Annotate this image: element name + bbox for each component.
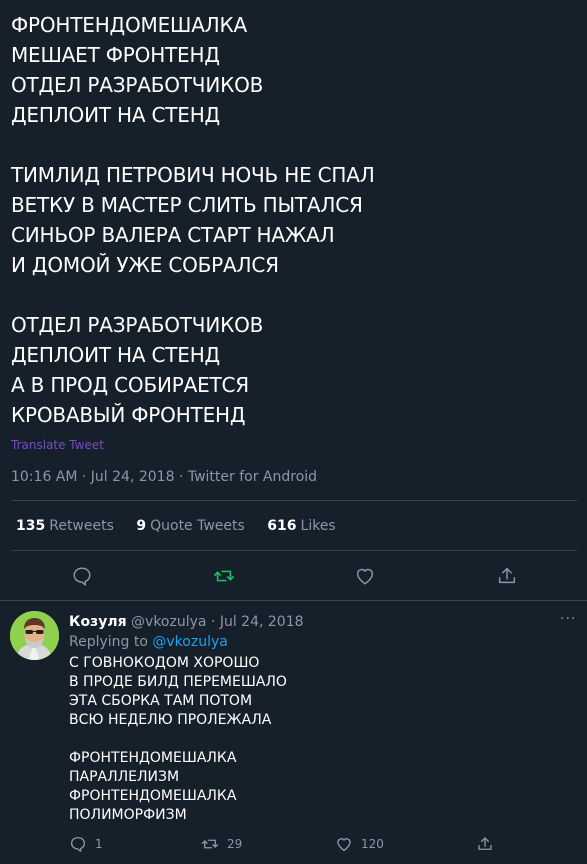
reply-tweet[interactable]: Козуля @vkozulya · Jul 24, 2018 ··· Repl… — [0, 601, 587, 864]
like-icon[interactable] — [354, 565, 376, 587]
retweets-label: Retweets — [49, 518, 114, 534]
tweet-line: ТИМЛИД ПЕТРОВИЧ НОЧЬ НЕ СПАЛ — [11, 163, 375, 187]
comment-icon[interactable] — [71, 565, 93, 587]
stanza-3: ОТДЕЛ РАЗРАБОТЧИКОВ ДЕПЛОИТ НА СТЕНД А В… — [11, 310, 571, 430]
tweet-line: ВЕТКУ В МАСТЕР СЛИТЬ ПЫТАЛСЯ — [11, 193, 363, 217]
retweet-icon — [201, 839, 219, 849]
reply-comment-button[interactable]: 1 — [69, 834, 103, 854]
tweet-line: МЕШАЕТ ФРОНТЕНД — [11, 43, 220, 67]
reply-actions: 1 29 120 — [0, 834, 587, 856]
reply-line: ФРОНТЕНДОМЕШАЛКА — [69, 788, 237, 804]
tweet-line: ОТДЕЛ РАЗРАБОТЧИКОВ — [11, 73, 264, 97]
reply-line: ПОЛИМОРФИЗМ — [69, 807, 187, 823]
stanza-1: ФРОНТЕНДОМЕШАЛКА МЕШАЕТ ФРОНТЕНД ОТДЕЛ Р… — [11, 10, 571, 130]
like-icon — [337, 838, 351, 852]
reply-author-name[interactable]: Козуля — [69, 614, 127, 630]
quotes-label: Quote Tweets — [150, 518, 245, 534]
tweet-text: ФРОНТЕНДОМЕШАЛКА МЕШАЕТ ФРОНТЕНД ОТДЕЛ Р… — [11, 10, 571, 460]
reply-retweet-count: 29 — [227, 837, 243, 851]
tweet-timestamp[interactable]: 10:16 AM · Jul 24, 2018 · Twitter for An… — [11, 468, 317, 486]
quote-tweets-stat[interactable]: 9 Quote Tweets — [136, 518, 244, 534]
share-icon[interactable] — [496, 565, 518, 587]
tweet-line: А В ПРОД СОБИРАЕТСЯ — [11, 373, 249, 397]
replying-prefix: Replying to — [69, 634, 148, 650]
likes-count: 616 — [267, 518, 297, 534]
reply-stanza-2: ФРОНТЕНДОМЕШАЛКА ПАРАЛЛЕЛИЗМ ФРОНТЕНДОМЕ… — [69, 749, 287, 825]
divider — [11, 500, 577, 501]
reply-line: ФРОНТЕНДОМЕШАЛКА — [69, 750, 237, 766]
translate-tweet-link[interactable]: Translate Tweet — [11, 437, 104, 453]
replying-handle-link[interactable]: @vkozulya — [152, 634, 227, 650]
tweet-line: КРОВАВЫЙ ФРОНТЕНД — [11, 403, 246, 427]
reply-text: С ГОВНОКОДОМ ХОРОШО В ПРОДЕ БИЛД ПЕРЕМЕШ… — [69, 654, 287, 825]
reply-like-button[interactable]: 120 — [335, 834, 384, 854]
reply-handle-date[interactable]: @vkozulya · Jul 24, 2018 — [131, 614, 303, 630]
stanza-2: ТИМЛИД ПЕТРОВИЧ НОЧЬ НЕ СПАЛ ВЕТКУ В МАС… — [11, 160, 571, 280]
reply-line: С ГОВНОКОДОМ ХОРОШО — [69, 655, 260, 671]
reply-line: ПАРАЛЛЕЛИЗМ — [69, 769, 180, 785]
tweet-line: ФРОНТЕНДОМЕШАЛКА — [11, 13, 247, 37]
retweets-stat[interactable]: 135 Retweets — [16, 518, 114, 534]
likes-label: Likes — [300, 518, 336, 534]
quotes-count: 9 — [136, 518, 147, 534]
reply-comment-count: 1 — [95, 837, 103, 851]
reply-line: ВСЮ НЕДЕЛЮ ПРОЛЕЖАЛА — [69, 712, 272, 728]
tweet-line: И ДОМОЙ УЖЕ СОБРАЛСЯ — [11, 253, 279, 277]
tweet-line: ДЕПЛОИТ НА СТЕНД — [11, 103, 220, 127]
likes-stat[interactable]: 616 Likes — [267, 518, 335, 534]
tweet-line: ДЕПЛОИТ НА СТЕНД — [11, 343, 220, 367]
reply-retweet-button[interactable]: 29 — [201, 834, 242, 854]
tweet-line: ОТДЕЛ РАЗРАБОТЧИКОВ — [11, 313, 264, 337]
comment-icon — [70, 836, 86, 852]
share-icon — [478, 837, 492, 850]
reply-stanza-1: С ГОВНОКОДОМ ХОРОШО В ПРОДЕ БИЛД ПЕРЕМЕШ… — [69, 654, 287, 730]
retweet-icon[interactable] — [213, 565, 235, 587]
reply-share-button[interactable] — [476, 834, 494, 854]
reply-line: ЭТА СБОРКА ТАМ ПОТОМ — [69, 693, 253, 709]
reply-like-count: 120 — [361, 837, 384, 851]
reply-line: В ПРОДЕ БИЛД ПЕРЕМЕШАЛО — [69, 674, 287, 690]
tweet-stats: 135 Retweets 9 Quote Tweets 616 Likes — [16, 517, 354, 535]
replying-to: Replying to @vkozulya — [69, 633, 228, 651]
tweet-line: СИНЬОР ВАЛЕРА СТАРТ НАЖАЛ — [11, 223, 335, 247]
divider — [11, 550, 577, 551]
more-icon[interactable]: ··· — [560, 611, 576, 627]
reply-header: Козуля @vkozulya · Jul 24, 2018 — [69, 613, 304, 631]
retweets-count: 135 — [16, 518, 46, 534]
tweet-actions — [0, 561, 587, 591]
avatar[interactable] — [10, 611, 59, 660]
